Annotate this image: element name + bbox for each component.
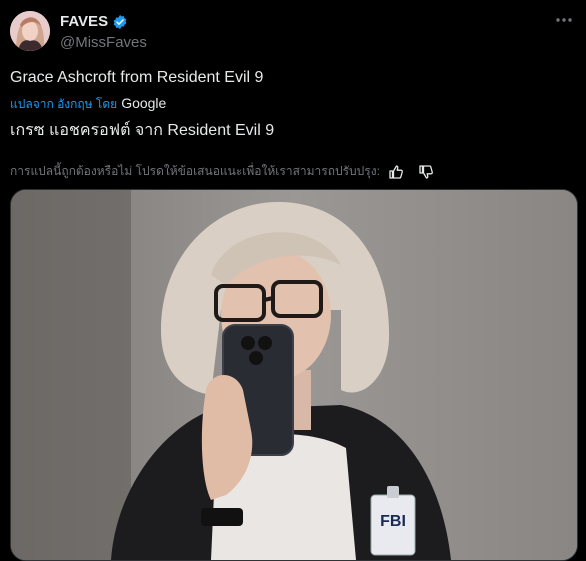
display-name[interactable]: FAVES: [60, 13, 128, 30]
translated-text: เกรซ แอชครอฟต์ จาก Resident Evil 9: [10, 122, 275, 139]
feedback-prompt: การแปลนี้ถูกต้องหรือไม่ โปรดให้ข้อเสนอแน…: [10, 164, 380, 178]
translation-feedback: การแปลนี้ถูกต้องหรือไม่ โปรดให้ข้อเสนอแน…: [10, 162, 434, 181]
photo-image: FBI: [11, 190, 577, 560]
translated-from-label[interactable]: แปลจาก อังกฤษ โดย: [10, 95, 117, 114]
translation-attribution[interactable]: แปลจาก อังกฤษ โดย Google: [10, 95, 166, 114]
avatar[interactable]: [10, 11, 50, 51]
post-text: Grace Ashcroft from Resident Evil 9: [10, 69, 264, 86]
more-options-icon[interactable]: [554, 10, 574, 30]
avatar-image: [10, 11, 50, 51]
google-brand-label: Google: [121, 95, 167, 111]
post-photo[interactable]: FBI: [10, 189, 578, 561]
verified-badge-icon: [113, 14, 127, 29]
fbi-badge-text: FBI: [380, 513, 406, 530]
thumbs-up-icon[interactable]: [388, 164, 404, 180]
thumbs-down-icon[interactable]: [418, 164, 434, 180]
author-handle[interactable]: @MissFaves: [60, 34, 147, 51]
post-header: FAVES @MissFaves: [0, 0, 586, 60]
display-name-text[interactable]: FAVES: [60, 13, 108, 30]
